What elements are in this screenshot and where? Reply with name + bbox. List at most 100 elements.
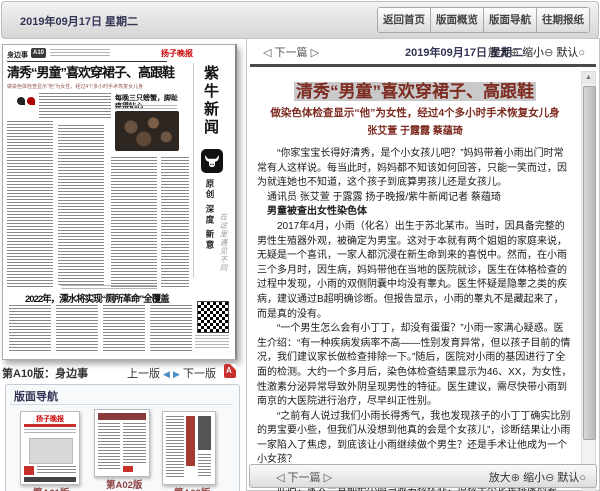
zoom-default-button[interactable]: 默认: [556, 47, 578, 59]
fake-text-block: [39, 93, 111, 119]
page-overview-button[interactable]: 版面概览: [431, 8, 484, 32]
article-content: 清秀“男童”喜欢穿裙子、高跟鞋 做染色体检查显示“他”为女性，经过4个多小时手术…: [257, 69, 573, 491]
paper-article3-title: 2022年，溧水将实现“厕所革命”全覆盖: [25, 291, 205, 305]
paper-headline: 清秀“男童”喜欢穿裙子、高跟鞋: [7, 65, 179, 80]
ziniu-banner-title: 紫牛新闻: [200, 65, 221, 137]
paper-subheadline: 做染色体检查显示“他”为女性，经过4个多小时手术恢复女儿身: [7, 83, 177, 90]
fake-text-column: [161, 157, 189, 287]
headline-band: [98, 413, 146, 420]
next-article-arrow-icon[interactable]: ▷: [324, 472, 332, 484]
fake-text-column: [9, 305, 51, 353]
zoom-controls: 放大⊕ 缩小⊖ 默认○: [488, 44, 585, 60]
bull-logo-icon: [201, 149, 223, 173]
next-article-control-bottom[interactable]: ◁ 下一篇 ▷: [276, 469, 332, 485]
fake-text-block: [37, 466, 76, 475]
zoom-in-button[interactable]: 放大: [488, 47, 510, 59]
page-label-row: 第A10版：身边事 上一版 ◀ ▶ 下一版: [2, 364, 238, 380]
pdf-download-icon[interactable]: [224, 364, 236, 378]
prev-page-arrow-icon[interactable]: ◀: [163, 369, 170, 379]
paper-edition-info: [50, 49, 110, 57]
thumb-a01-label[interactable]: 第A01版: [33, 485, 69, 491]
edition-date: 2019年09月17日 星期二: [20, 13, 138, 29]
next-page-arrow-icon[interactable]: ▶: [173, 369, 180, 379]
fake-text-column: [150, 305, 192, 353]
newspaper-page-preview[interactable]: 身边事 A10 扬子晚报 清秀“男童”喜欢穿裙子、高跟鞋 做染色体检查显示“他”…: [2, 44, 237, 360]
e-paper-reader: 2019年09月17日 星期二 返回首页 版面概览 版面导航 往期报纸 身边事 …: [0, 0, 600, 491]
dark-band: [24, 477, 76, 482]
fake-text-column: [98, 423, 120, 471]
page-prev-next: 上一版 ◀ ▶ 下一版: [127, 365, 216, 381]
page-nav-button[interactable]: 版面导航: [484, 8, 537, 32]
article-byline: 通讯员 张艾萱 于露露 扬子晚报/紫牛新闻记者 蔡蕴琦: [257, 191, 573, 206]
article-authors: 张艾萱 于露露 蔡蕴琦: [257, 122, 573, 137]
zoom-default-icon[interactable]: ○: [579, 472, 586, 484]
next-article-label[interactable]: 下一篇: [288, 472, 321, 484]
fake-text-column: [103, 305, 145, 353]
toolbar-button-group: 返回首页 版面概览 版面导航 往期报纸: [377, 7, 590, 33]
top-toolbar: 2019年09月17日 星期二 返回首页 版面概览 版面导航 往期报纸: [1, 1, 599, 39]
past-issues-button[interactable]: 往期报纸: [537, 8, 589, 32]
article-bottom-bar: ◁ 下一篇 ▷ 放大⊕ 缩小⊖ 默认○: [249, 464, 597, 488]
article-paragraph: “之前有人说过我们小雨长得秀气，我也发现孩子的小丁丁确实比别的男宝要小些，但我们…: [257, 410, 573, 468]
zoom-controls-bottom: 放大⊕ 缩小⊖ 默认○: [489, 469, 586, 485]
paper-article2-subline: [115, 105, 177, 109]
next-page-link[interactable]: 下一版: [183, 368, 216, 380]
zoom-default-icon[interactable]: ○: [578, 47, 585, 59]
scrollbar-thumb[interactable]: [583, 86, 596, 440]
zoom-in-icon[interactable]: ⊕: [511, 472, 520, 484]
paper-header-rule: [7, 61, 167, 62]
thumb-page-a03[interactable]: [162, 411, 216, 485]
prev-page-link[interactable]: 上一版: [127, 368, 160, 380]
fake-text-column: [198, 454, 211, 478]
home-button[interactable]: 返回首页: [378, 8, 431, 32]
fake-text-column: [56, 305, 98, 353]
paper-page-badge: A10: [31, 48, 46, 58]
quote-mark-icon: [27, 97, 35, 105]
prev-article-arrow-icon[interactable]: ◁: [276, 472, 284, 484]
zoom-out-icon[interactable]: ⊖: [545, 472, 554, 484]
paper-section-name: 身边事: [7, 50, 28, 60]
thumb-page-a02[interactable]: [94, 409, 150, 477]
article-panel: ◁ 下一篇 ▷ 2019年09月17日 星期二 放大⊕ 缩小⊖ 默认○ 清秀“男…: [246, 38, 600, 491]
fake-text-column: [111, 157, 157, 287]
article-top-bar: ◁ 下一篇 ▷ 2019年09月17日 星期二 放大⊕ 缩小⊖ 默认○: [247, 39, 599, 63]
thumb-a03-label[interactable]: 第A03版: [174, 485, 210, 491]
zoom-out-icon[interactable]: ⊖: [544, 47, 553, 59]
zoom-in-icon[interactable]: ⊕: [510, 47, 519, 59]
paper-article3-kicker: [61, 285, 157, 289]
divider: [10, 404, 233, 405]
zoom-out-button[interactable]: 缩小: [522, 47, 544, 59]
article-subhead: 男童被查出女性染色体: [257, 205, 573, 220]
thumb-a02-label[interactable]: 第A02版: [106, 477, 142, 491]
red-vertical-band: [186, 416, 195, 466]
article-scrollbar[interactable]: ▲ ▼: [581, 71, 596, 491]
fake-text-column: [58, 125, 104, 287]
next-article-label[interactable]: 下一篇: [275, 47, 308, 59]
article-paragraph: 2017年4月，小雨（化名）出生于苏北某市。当时，因具备完整的男性生殖器外观，被…: [257, 220, 573, 322]
fake-text-column: [166, 416, 184, 478]
front-page-photo: [29, 438, 73, 464]
page-navigation-panel: 版面导航 扬子晚报 第A01版 第A02版 第A03版 ◀ ▶: [5, 384, 240, 491]
red-block: [24, 466, 34, 475]
current-page-label: 第A10版：身边事: [2, 365, 88, 381]
next-article-control[interactable]: ◁ 下一篇 ▷: [263, 44, 319, 60]
prev-article-arrow-icon[interactable]: ◁: [263, 47, 271, 59]
thumb-a01-masthead: 扬子晚报: [21, 414, 79, 424]
qr-caption: [195, 335, 229, 349]
zoom-out-button[interactable]: 缩小: [523, 472, 545, 484]
article-title: 清秀“男童”喜欢穿裙子、高跟鞋: [257, 81, 573, 103]
zoom-in-button[interactable]: 放大: [489, 472, 511, 484]
thumb-page-a01[interactable]: 扬子晚报: [20, 411, 80, 485]
scrollbar-up-arrow-icon[interactable]: ▲: [582, 72, 595, 84]
red-block: [123, 466, 133, 472]
banner-tagline: 在这里遇见不同: [218, 213, 229, 273]
fake-text-column: [7, 121, 53, 287]
next-article-arrow-icon[interactable]: ▷: [311, 47, 319, 59]
quote-mark-icon: [17, 97, 25, 105]
article-subtitle: 做染色体检查显示“他”为女性，经过4个多小时手术恢复女儿身: [257, 105, 573, 120]
zoom-default-button[interactable]: 默认: [557, 472, 579, 484]
crab-dish-photo: [115, 111, 179, 151]
red-rule: [24, 424, 76, 427]
article-paragraph: “一个男生怎么会有小丁丁，却没有蛋蛋？”小雨一家满心疑惑。医生介绍：“有一种疾病…: [257, 322, 573, 410]
title-divider-rule: [250, 64, 596, 67]
